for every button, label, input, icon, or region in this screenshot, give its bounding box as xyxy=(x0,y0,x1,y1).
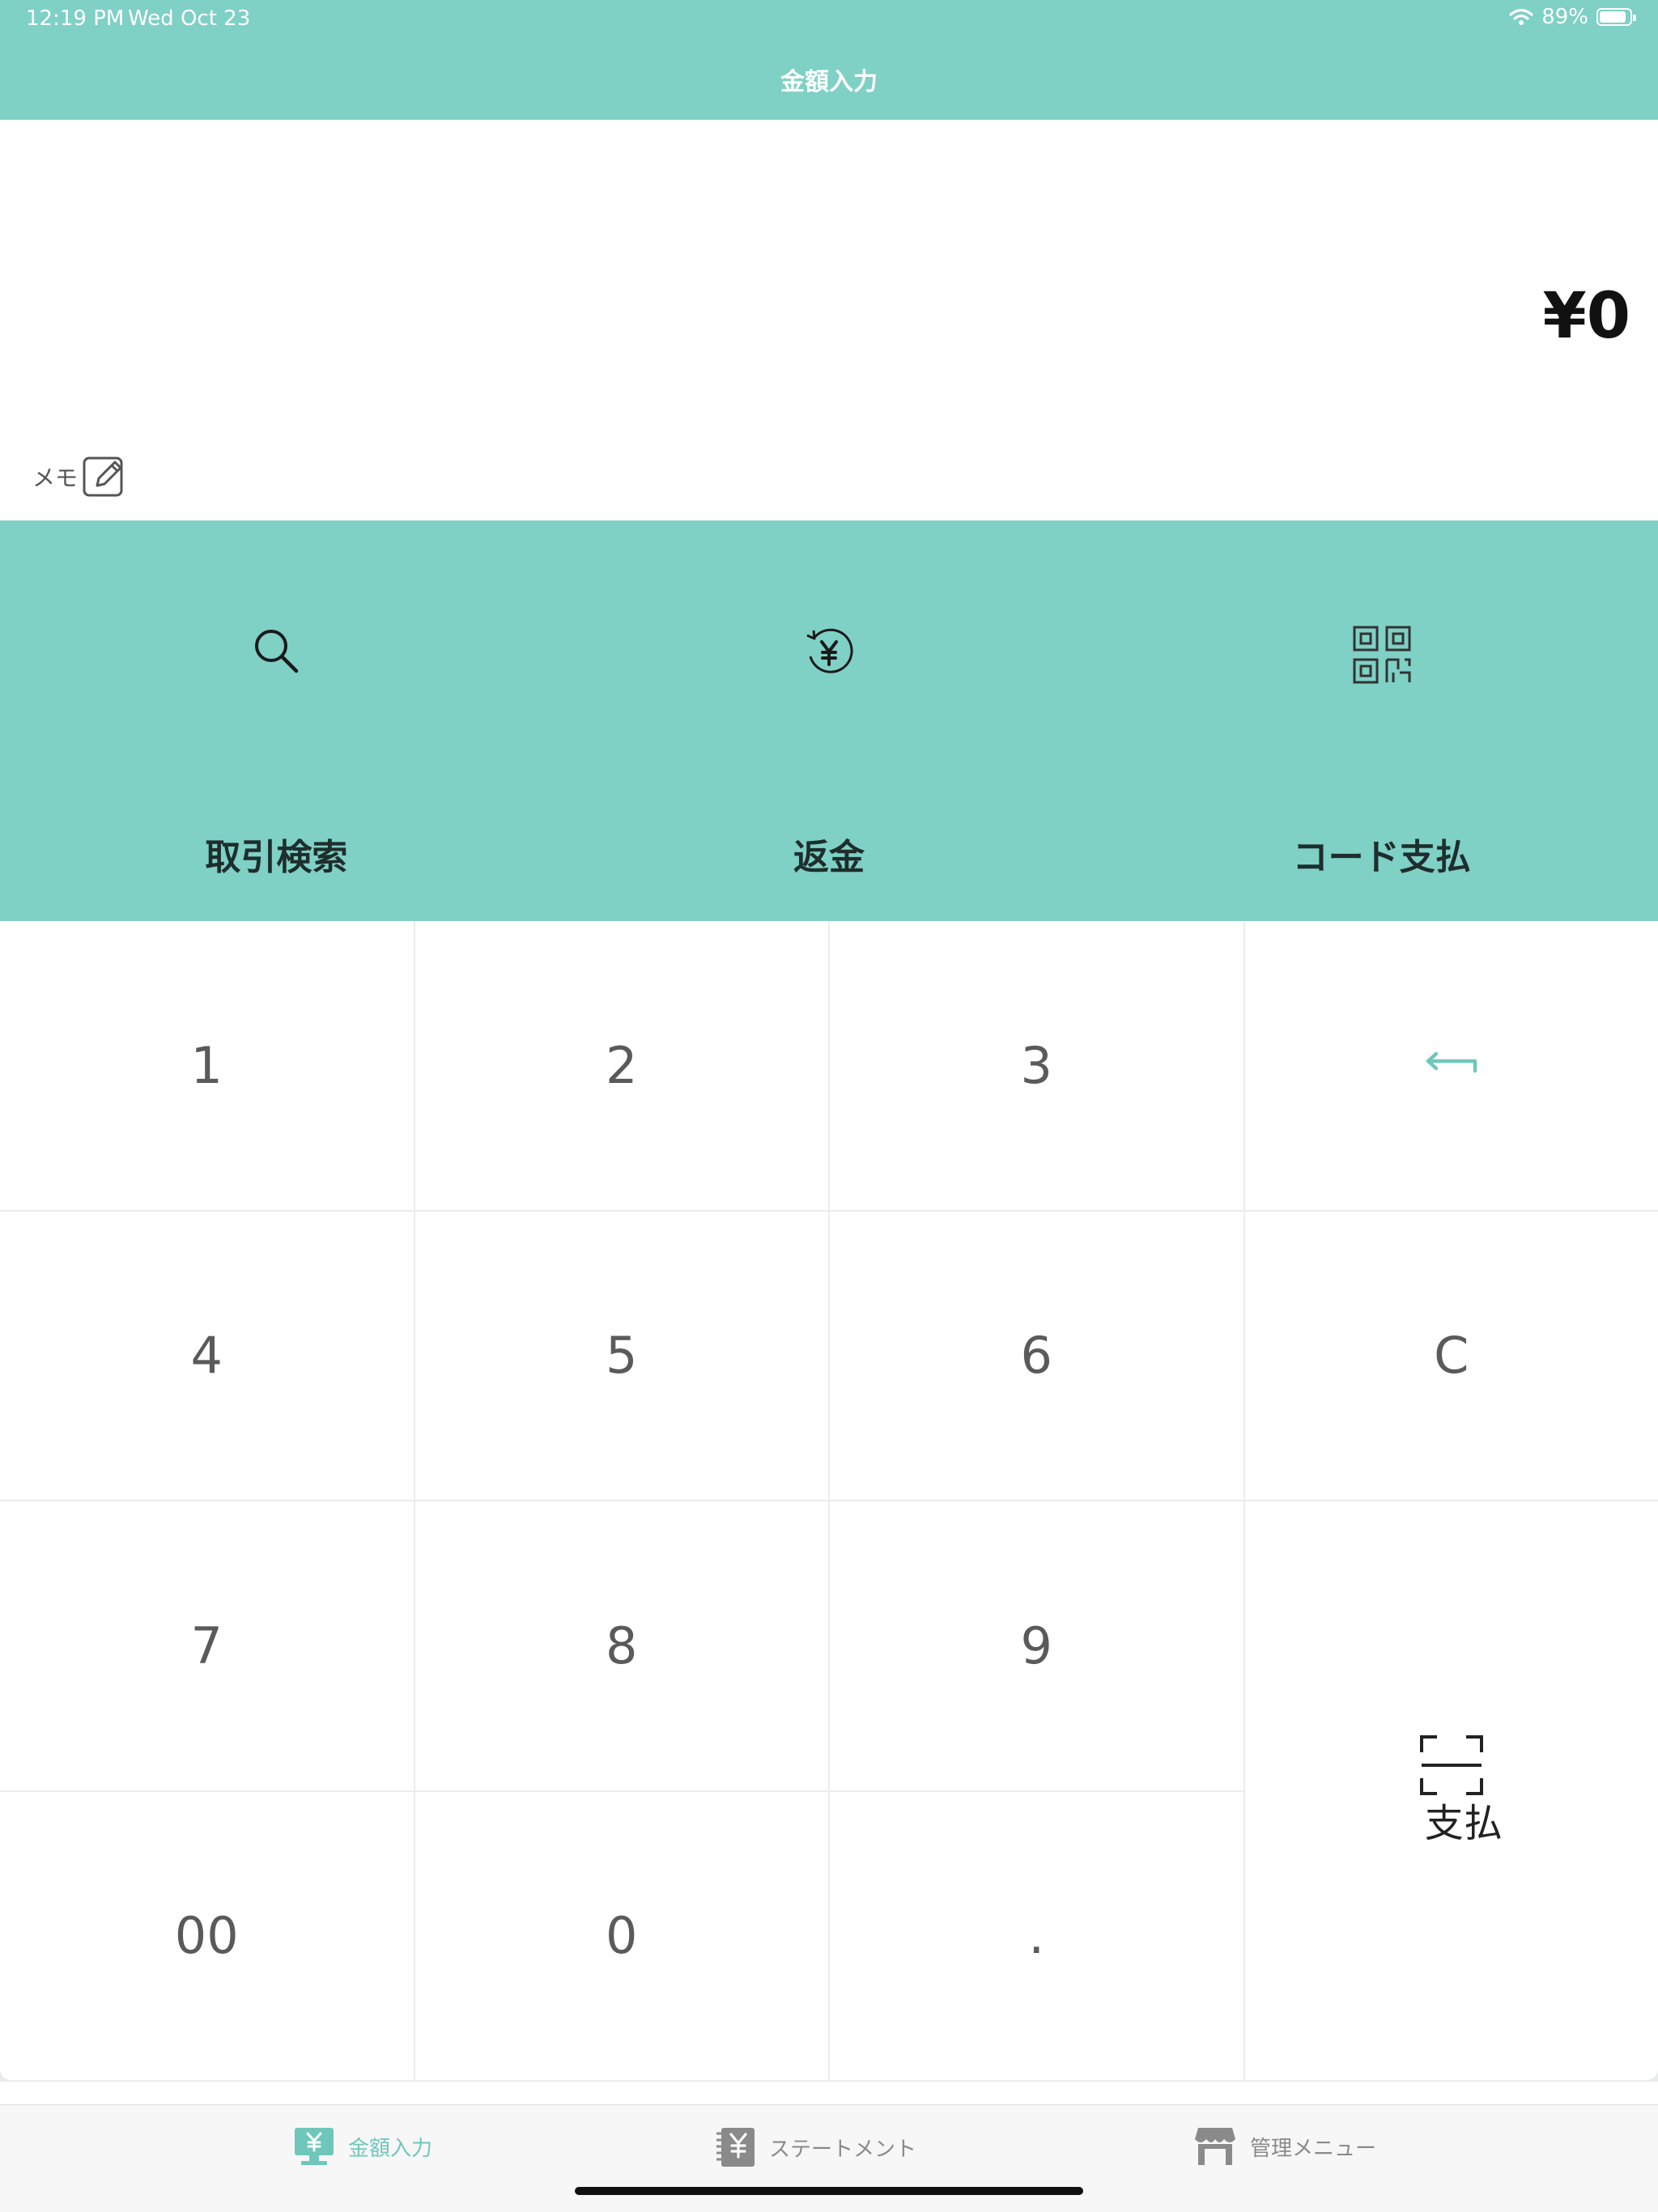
key-8[interactable]: 8 xyxy=(415,1501,829,1790)
key-0[interactable]: 0 xyxy=(415,1792,829,2081)
keypad: 1 2 3 4 5 6 C 7 8 9 支払 00 0 . xyxy=(0,921,1658,2080)
yen-register-icon xyxy=(293,2126,335,2167)
memo-label: メモ xyxy=(32,461,78,493)
refund-yen-icon xyxy=(802,626,856,679)
clear-button[interactable]: C xyxy=(1245,1212,1658,1501)
battery-percent: 89% xyxy=(1541,5,1588,29)
tab-bar: 金額入力 ステートメント 管理メニュー xyxy=(0,2104,1658,2212)
code-payment-button[interactable]: コード支払 xyxy=(1105,520,1658,921)
key-3[interactable]: 3 xyxy=(830,921,1244,1210)
tab-amount-input-label: 金額入力 xyxy=(348,2132,432,2162)
memo-button[interactable]: メモ xyxy=(32,453,128,500)
key-2[interactable]: 2 xyxy=(415,921,829,1210)
key-dot[interactable]: . xyxy=(830,1792,1244,2081)
key-6[interactable]: 6 xyxy=(830,1212,1244,1501)
tab-statement[interactable]: ステートメント xyxy=(714,2126,916,2168)
tab-management-menu-label: 管理メニュー xyxy=(1250,2132,1376,2162)
tab-statement-label: ステートメント xyxy=(769,2133,916,2163)
status-time: 12:19 PM xyxy=(26,6,124,31)
store-icon xyxy=(1193,2126,1237,2167)
backspace-arrow-icon xyxy=(1425,1051,1478,1079)
key-7[interactable]: 7 xyxy=(0,1501,414,1790)
key-9[interactable]: 9 xyxy=(830,1501,1244,1790)
transaction-search-button[interactable]: 取引検索 xyxy=(0,520,553,921)
wifi-icon xyxy=(1509,7,1533,27)
search-icon xyxy=(251,626,301,676)
edit-icon xyxy=(81,453,128,500)
status-bar: 12:19 PM Wed Oct 23 89% xyxy=(0,0,1658,39)
transaction-search-label: 取引検索 xyxy=(0,828,553,880)
backspace-button[interactable] xyxy=(1245,921,1658,1210)
keypad-area: 1 2 3 4 5 6 C 7 8 9 支払 00 0 . xyxy=(0,921,1658,2082)
nav-bar: 金額入力 xyxy=(0,39,1658,120)
page-title: 金額入力 xyxy=(780,62,878,97)
status-date: Wed Oct 23 xyxy=(128,6,250,31)
key-4[interactable]: 4 xyxy=(0,1212,414,1501)
scan-frame-icon xyxy=(1419,1734,1484,1796)
action-row: 取引検索 返金 コード支払 xyxy=(0,520,1658,921)
statement-notebook-icon xyxy=(714,2126,756,2168)
battery-icon xyxy=(1596,8,1632,26)
amount-area: ¥0 メモ xyxy=(0,120,1658,520)
pay-button[interactable]: 支払 xyxy=(1245,1501,1658,2080)
refund-label: 返金 xyxy=(553,828,1106,880)
qr-code-icon xyxy=(1353,626,1411,684)
status-right: 89% xyxy=(1509,5,1632,29)
code-payment-label: コード支払 xyxy=(1105,828,1658,880)
key-5[interactable]: 5 xyxy=(415,1212,829,1501)
tab-amount-input[interactable]: 金額入力 xyxy=(293,2126,432,2167)
home-indicator xyxy=(575,2187,1083,2195)
pay-label: 支払 xyxy=(1401,1791,1503,1848)
key-00[interactable]: 00 xyxy=(0,1792,414,2081)
refund-button[interactable]: 返金 xyxy=(553,520,1106,921)
amount-display: ¥0 xyxy=(1542,280,1630,353)
key-1[interactable]: 1 xyxy=(0,921,414,1210)
tab-management-menu[interactable]: 管理メニュー xyxy=(1193,2126,1376,2167)
